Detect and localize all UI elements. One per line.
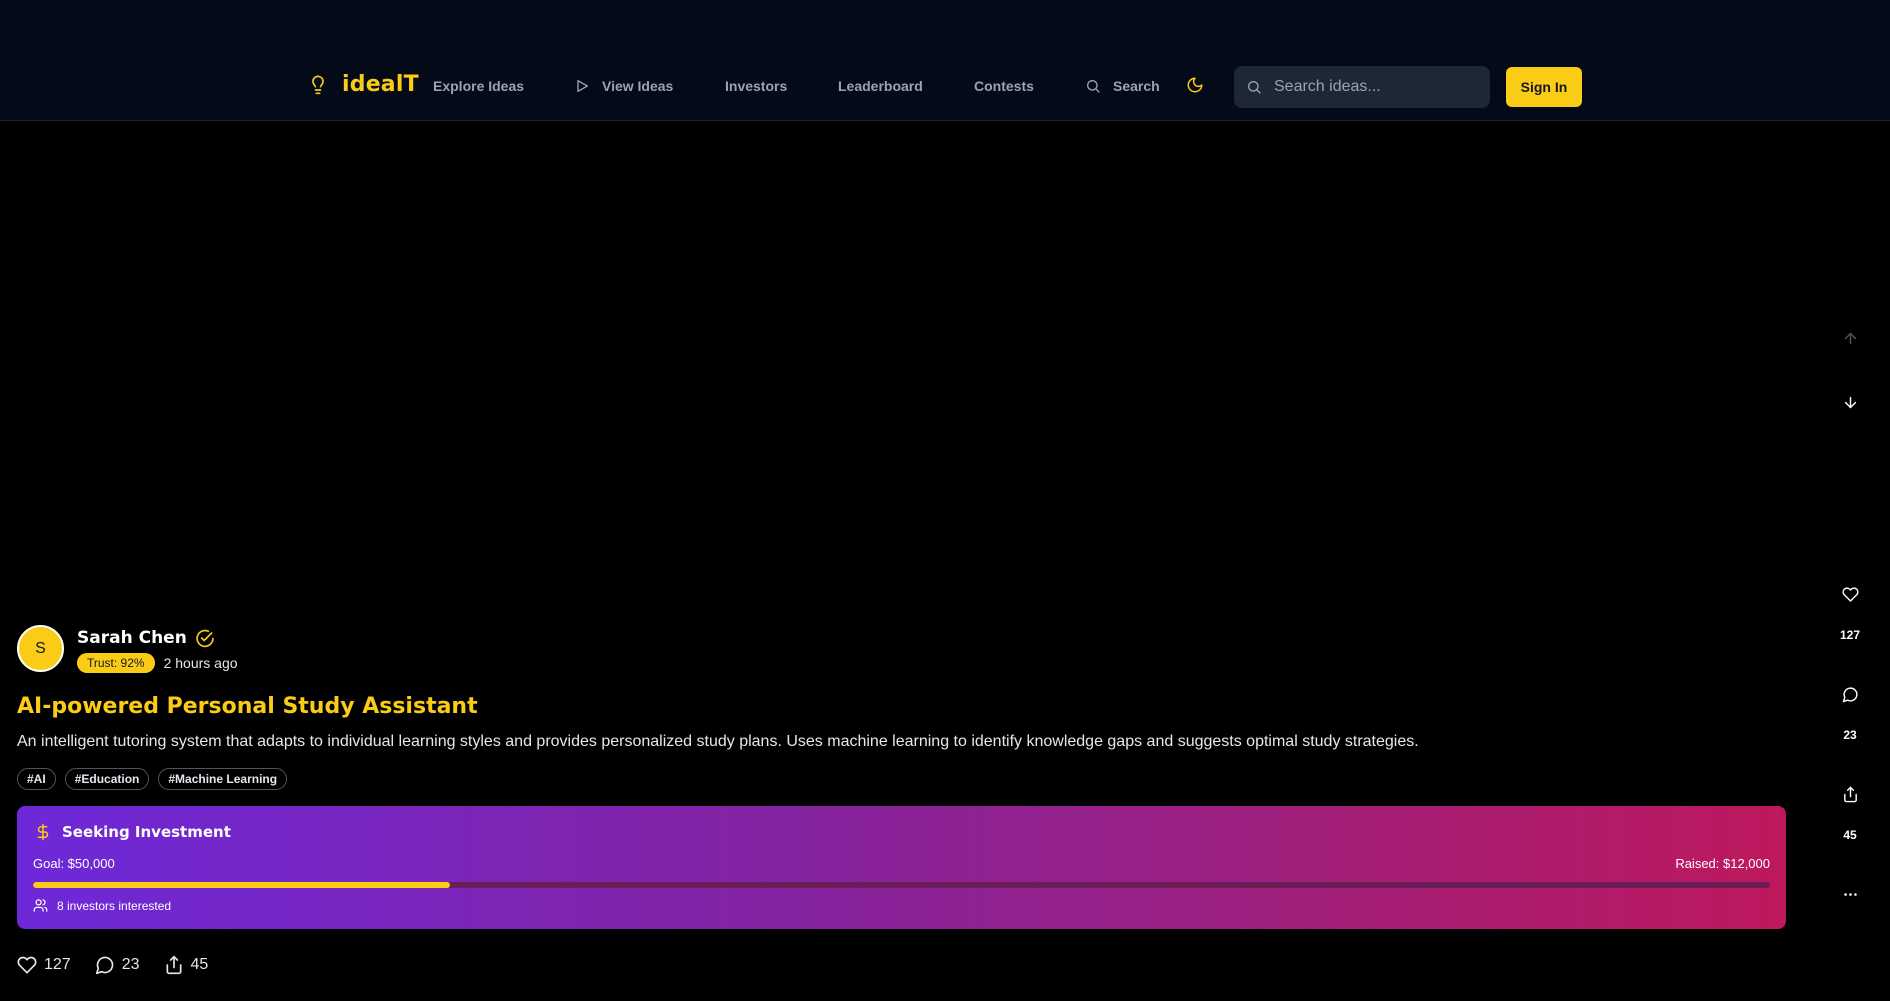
search-input[interactable]	[1274, 78, 1474, 96]
trust-badge: Trust: 92%	[77, 653, 155, 673]
nav-explore-ideas[interactable]: Explore Ideas	[433, 78, 524, 94]
heart-icon	[1841, 586, 1859, 602]
author-name[interactable]: Sarah Chen	[77, 628, 187, 648]
lightbulb-icon	[312, 75, 324, 94]
nav-label: Investors	[725, 78, 788, 94]
rail-comment-button[interactable]	[1838, 682, 1862, 706]
comment-icon	[1842, 686, 1858, 702]
like-count: 127	[44, 956, 71, 973]
idea-description: An intelligent tutoring system that adap…	[17, 733, 1419, 750]
nav-view-ideas[interactable]: View Ideas	[574, 78, 673, 94]
investors-interested-label: 8 investors interested	[57, 898, 172, 913]
logo-text: idealT	[342, 72, 419, 97]
moon-icon[interactable]	[1186, 76, 1204, 94]
nav-contests[interactable]: Contests	[974, 78, 1034, 94]
more-dots-icon	[1843, 892, 1857, 896]
nav-label: View Ideas	[602, 78, 674, 94]
investment-goal: Goal: $50,000	[33, 856, 115, 871]
post-stats: 127 23 45	[17, 955, 208, 975]
scroll-down-button[interactable]	[1838, 390, 1862, 414]
share-icon	[1843, 786, 1857, 802]
arrow-down-icon	[1844, 396, 1856, 408]
top-navbar: idealT Explore Ideas View Ideas Investor…	[0, 0, 1890, 121]
nav-investors[interactable]: Investors	[725, 78, 787, 94]
comment-count: 23	[121, 956, 140, 973]
heart-icon	[17, 956, 37, 974]
search-box	[1234, 66, 1490, 108]
investment-card: Seeking Investment Goal: $50,000 Raised:…	[17, 806, 1786, 929]
more-options-button[interactable]	[1838, 882, 1862, 906]
arrow-up-icon	[1844, 332, 1856, 344]
idea-title: AI-powered Personal Study Assistant	[17, 694, 478, 719]
rail-like-button[interactable]	[1838, 582, 1862, 606]
funding-progress-bar	[33, 882, 1770, 888]
like-button[interactable]: 127	[17, 955, 71, 975]
share-button[interactable]: 45	[164, 955, 209, 975]
comment-button[interactable]: 23	[95, 955, 140, 975]
rail-comment-count: 23	[1843, 728, 1857, 742]
author-row: Sarah Chen	[77, 628, 215, 648]
sign-in-button[interactable]: Sign In	[1506, 67, 1582, 107]
scroll-up-button[interactable]	[1838, 326, 1862, 350]
investment-raised: Raised: $12,000	[1675, 856, 1770, 871]
verified-icon	[196, 629, 214, 648]
rail-share-count: 45	[1843, 828, 1857, 842]
avatar[interactable]: S	[17, 625, 64, 672]
share-count: 45	[190, 956, 209, 973]
tag-machine-learning[interactable]: #Machine Learning	[158, 768, 288, 790]
nav-label: Search	[1113, 78, 1160, 94]
rail-like-count: 127	[1839, 628, 1861, 642]
search-icon	[1087, 80, 1100, 93]
rail-share-button[interactable]	[1838, 782, 1862, 806]
play-icon	[577, 80, 588, 92]
search-icon	[1248, 81, 1261, 94]
nav-label: Leaderboard	[838, 78, 923, 94]
share-icon	[166, 955, 181, 975]
users-icon	[33, 899, 48, 912]
post-meta: Trust: 92% 2 hours ago	[77, 653, 238, 673]
investment-title: Seeking Investment	[62, 823, 231, 841]
tag-list: #AI #Education #Machine Learning	[17, 768, 288, 790]
dollar-icon	[37, 823, 49, 841]
nav-label: Explore Ideas	[433, 78, 525, 94]
nav-search[interactable]: Search	[1085, 78, 1160, 94]
post-time: 2 hours ago	[163, 655, 238, 671]
nav-label: Contests	[974, 78, 1034, 94]
funding-progress-fill	[33, 882, 450, 888]
investors-interested: 8 investors interested	[33, 898, 171, 913]
investment-header: Seeking Investment	[34, 823, 231, 841]
tag-ai[interactable]: #AI	[17, 768, 56, 790]
nav-leaderboard[interactable]: Leaderboard	[838, 78, 923, 94]
logo[interactable]: idealT	[308, 72, 419, 97]
tag-education[interactable]: #Education	[64, 768, 150, 790]
comment-icon	[95, 956, 114, 975]
